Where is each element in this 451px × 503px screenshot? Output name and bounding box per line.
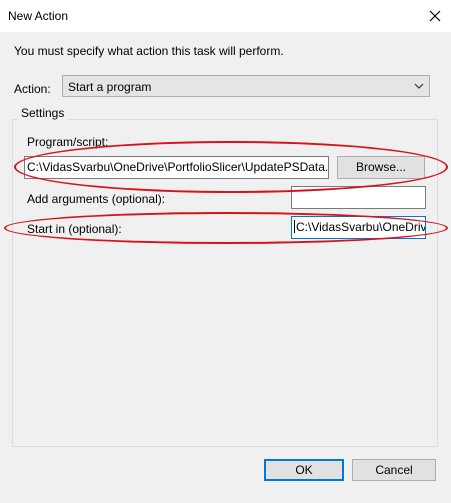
window-title: New Action [8, 9, 69, 23]
program-script-value: C:\VidasSvarbu\OneDrive\PortfolioSlicer\… [27, 160, 329, 174]
action-select[interactable]: Start a program [62, 75, 430, 97]
browse-button[interactable]: Browse... [337, 156, 425, 179]
text-caret [294, 220, 295, 233]
settings-title: Settings [18, 106, 68, 120]
start-in-input[interactable]: C:\VidasSvarbu\OneDriv [291, 216, 426, 239]
close-button[interactable] [419, 0, 451, 32]
action-selected-value: Start a program [68, 80, 152, 94]
start-in-label: Start in (optional): [27, 222, 122, 236]
chevron-down-icon [414, 83, 424, 89]
instruction-text: You must specify what action this task w… [14, 44, 284, 58]
arguments-label: Add arguments (optional): [27, 192, 166, 206]
close-icon [429, 10, 441, 22]
cancel-button[interactable]: Cancel [352, 459, 436, 481]
dialog-content: You must specify what action this task w… [0, 32, 451, 503]
start-in-value: C:\VidasSvarbu\OneDriv [296, 220, 426, 234]
ok-button[interactable]: OK [264, 459, 344, 481]
title-bar: New Action [0, 0, 451, 32]
arguments-input[interactable] [291, 186, 426, 209]
action-label: Action: [14, 82, 51, 96]
program-script-label: Program/script: [27, 135, 109, 149]
program-script-input[interactable]: C:\VidasSvarbu\OneDrive\PortfolioSlicer\… [24, 156, 329, 179]
